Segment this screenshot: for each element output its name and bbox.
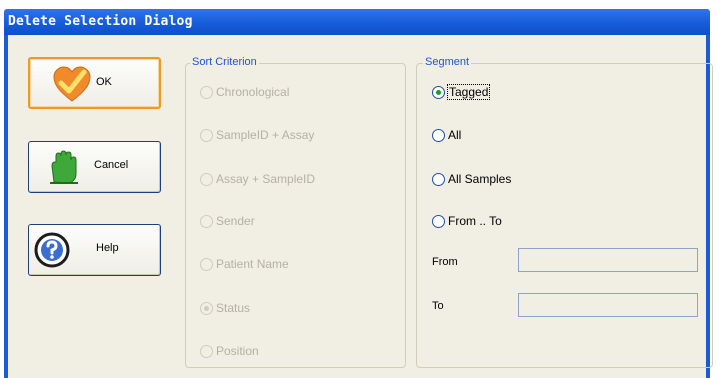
radio-circle — [200, 172, 213, 186]
help-button[interactable]: Help — [28, 224, 161, 276]
segment-option-label: From .. To — [448, 214, 502, 228]
radio-circle[interactable] — [432, 128, 445, 142]
help-button-label: Help — [96, 242, 119, 254]
checkmark-heart-icon — [53, 66, 91, 102]
radio-circle — [200, 128, 213, 142]
to-label: To — [432, 300, 444, 312]
radio-circle[interactable] — [432, 172, 445, 186]
cancel-button[interactable]: Cancel — [28, 141, 161, 193]
cancel-button-label: Cancel — [94, 159, 129, 171]
sort-radio-assay-sampleid: Assay + SampleID — [200, 171, 315, 187]
sort-criterion-legend: Sort Criterion — [190, 56, 259, 68]
radio-circle — [200, 85, 213, 99]
radio-circle[interactable] — [432, 214, 445, 228]
sort-radio-sampleid-assay: SampleID + Assay — [200, 127, 314, 143]
sort-option-label: Sender — [216, 214, 255, 228]
segment-option-label: All Samples — [448, 172, 512, 186]
segment-legend: Segment — [423, 56, 472, 68]
sort-option-label: Status — [216, 301, 251, 315]
segment-radio-tagged[interactable]: Tagged — [432, 84, 491, 100]
radio-circle-selected[interactable] — [432, 85, 445, 99]
segment-radio-all[interactable]: All — [432, 127, 461, 143]
segment-option-label: All — [448, 128, 462, 142]
from-field[interactable] — [518, 248, 698, 272]
sort-option-label: Position — [216, 344, 259, 358]
segment-radio-from-to[interactable]: From .. To — [432, 213, 502, 229]
sort-radio-chronological: Chronological — [200, 84, 289, 100]
stop-hand-icon — [50, 150, 78, 184]
radio-circle — [200, 214, 213, 228]
ok-button-label: OK — [96, 76, 112, 88]
sort-option-label: Chronological — [216, 85, 290, 99]
sort-option-label: Patient Name — [216, 257, 289, 271]
question-icon — [34, 232, 70, 268]
segment-radio-all-samples[interactable]: All Samples — [432, 171, 511, 187]
sort-radio-position: Position — [200, 343, 259, 359]
window-title: Delete Selection Dialog — [8, 14, 193, 29]
from-label: From — [432, 256, 458, 268]
sort-radio-patient-name: Patient Name — [200, 256, 289, 272]
radio-circle-selected — [200, 301, 213, 315]
sort-option-label: Assay + SampleID — [216, 172, 316, 186]
sort-option-label: SampleID + Assay — [216, 128, 315, 142]
title-bar[interactable]: Delete Selection Dialog — [4, 9, 710, 35]
radio-circle — [200, 344, 213, 358]
radio-circle — [200, 257, 213, 271]
sort-radio-sender: Sender — [200, 213, 255, 229]
ok-button[interactable]: OK — [28, 57, 161, 109]
segment-option-label: Tagged — [446, 84, 491, 100]
sort-radio-status: Status — [200, 300, 250, 316]
to-field[interactable] — [518, 293, 698, 317]
